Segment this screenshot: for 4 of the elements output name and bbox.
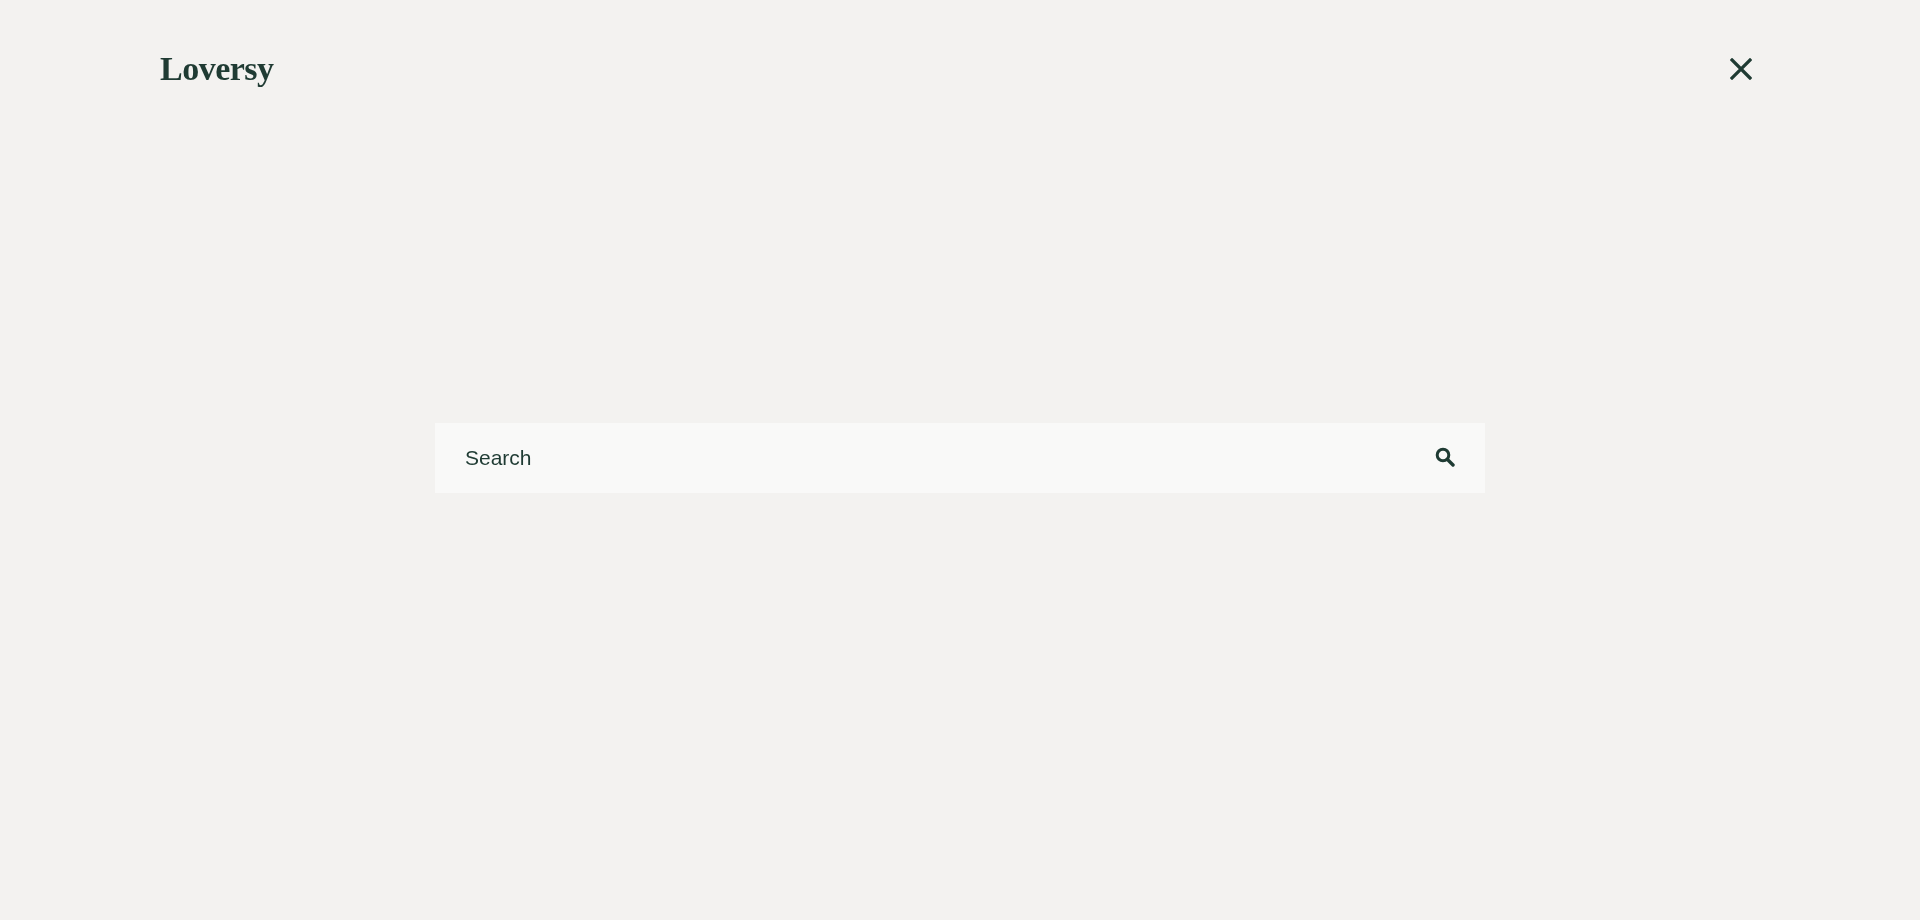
close-button[interactable] bbox=[1730, 58, 1752, 80]
logo[interactable]: Loversy bbox=[160, 50, 274, 88]
search-button[interactable] bbox=[1435, 447, 1455, 467]
search-field[interactable]: Search bbox=[435, 423, 1485, 493]
